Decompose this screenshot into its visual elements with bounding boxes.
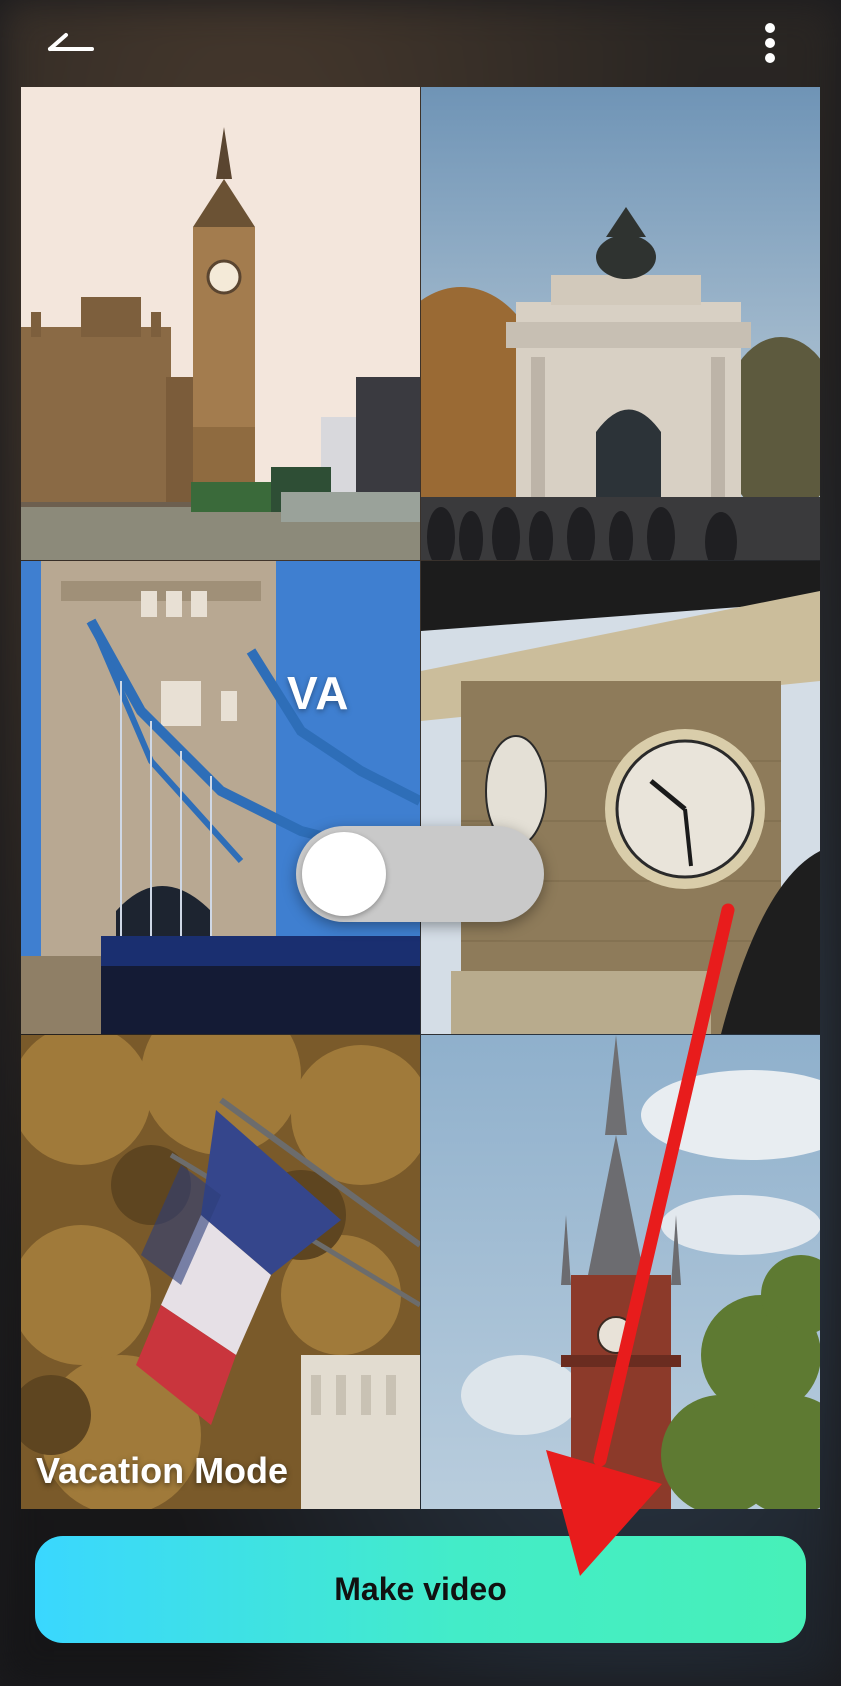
- mode-label: Vacation Mode: [36, 1450, 289, 1491]
- back-arrow-icon: [48, 33, 94, 51]
- vacation-mode-toggle[interactable]: [296, 826, 544, 922]
- photo-grid: [21, 87, 820, 1509]
- top-bar: [0, 0, 841, 88]
- toggle-knob[interactable]: [302, 832, 386, 916]
- photo-tower-bridge[interactable]: [21, 561, 420, 1034]
- back-button[interactable]: [40, 20, 100, 64]
- photo-wellington-arch[interactable]: [421, 87, 820, 560]
- make-video-label: Make video: [334, 1571, 507, 1607]
- more-vertical-icon: [765, 23, 775, 63]
- make-video-button[interactable]: Make video: [35, 1536, 806, 1643]
- photo-clock-tower[interactable]: [421, 561, 820, 1034]
- more-options-button[interactable]: [745, 18, 795, 68]
- photo-french-flag[interactable]: [21, 1035, 420, 1509]
- overlay-text: VA: [287, 667, 350, 719]
- photo-brick-spire[interactable]: [421, 1035, 820, 1509]
- photo-big-ben[interactable]: [21, 87, 420, 560]
